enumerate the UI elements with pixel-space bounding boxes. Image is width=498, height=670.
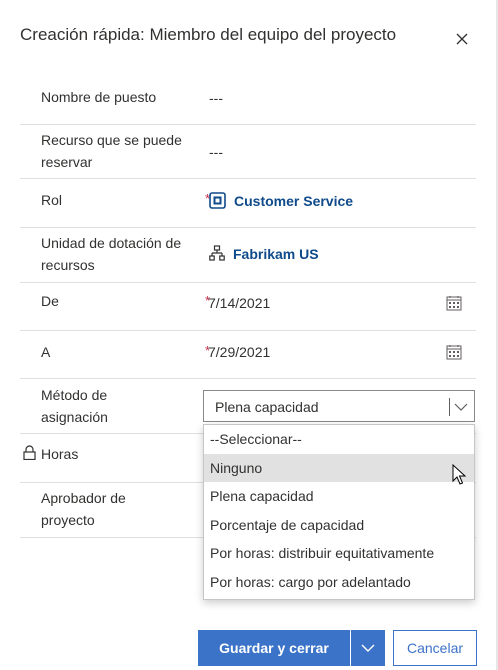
role-value[interactable]: Customer Service xyxy=(234,193,353,209)
dropdown-option[interactable]: --Seleccionar-- xyxy=(204,425,474,454)
org-hierarchy-icon xyxy=(209,245,225,261)
resourcing-unit-value[interactable]: Fabrikam US xyxy=(233,246,319,262)
chevron-down-icon xyxy=(361,644,375,652)
dropdown-option-hovered[interactable]: Ninguno xyxy=(204,453,474,482)
resourcing-unit-lookup[interactable]: Fabrikam US xyxy=(209,245,319,262)
field-label: Nombre de puesto xyxy=(41,89,157,105)
panel-title: Creación rápida: Miembro del equipo del … xyxy=(20,25,397,44)
dropdown-option[interactable]: Por horas: cargo por adelantado xyxy=(204,568,474,597)
calendar-icon[interactable] xyxy=(446,344,462,360)
quick-create-panel: Creación rápida: Miembro del equipo del … xyxy=(0,0,498,670)
allocation-method-value: Plena capacidad xyxy=(215,399,319,415)
field-bookable-resource: Recurso que se puede reservar --- xyxy=(20,125,476,179)
field-to: A * 7/29/2021 xyxy=(20,331,476,379)
save-options-button[interactable] xyxy=(351,630,385,666)
field-from: De * 7/14/2021 xyxy=(20,283,476,331)
field-label: Recurso que se puede reservar xyxy=(41,132,182,170)
dropdown-option[interactable]: Porcentaje de capacidad xyxy=(204,511,474,540)
field-resourcing-unit: Unidad de dotación de recursos Fabrikam … xyxy=(20,228,476,283)
resourcing-unit-link[interactable]: Fabrikam US xyxy=(209,245,319,262)
cancel-button[interactable]: Cancelar xyxy=(393,630,477,666)
select-separator xyxy=(449,398,450,416)
allocation-method-dropdown: --Seleccionar-- Ninguno Plena capacidad … xyxy=(203,424,475,600)
field-label: Rol xyxy=(41,192,63,208)
role-icon xyxy=(209,192,226,209)
position-name-value[interactable]: --- xyxy=(209,90,223,106)
field-label: De xyxy=(41,293,59,309)
field-label: Método de asignación xyxy=(41,387,108,425)
field-position-name: Nombre de puesto --- xyxy=(20,72,476,125)
field-role: Rol * Customer Service xyxy=(20,179,476,228)
field-label: Unidad de dotación de recursos xyxy=(41,235,182,273)
from-date-input[interactable]: 7/14/2021 xyxy=(208,295,270,311)
dropdown-option[interactable]: Por horas: distribuir equitativamente xyxy=(204,539,474,568)
field-label: Horas xyxy=(41,446,79,462)
save-and-close-button[interactable]: Guardar y cerrar xyxy=(198,630,350,666)
allocation-method-select[interactable]: Plena capacidad xyxy=(203,390,475,422)
role-link[interactable]: Customer Service xyxy=(209,192,353,209)
role-lookup[interactable]: Customer Service xyxy=(209,192,353,209)
field-label: A xyxy=(41,344,51,360)
to-date-input[interactable]: 7/29/2021 xyxy=(208,344,270,360)
chevron-down-icon[interactable] xyxy=(454,400,468,414)
close-icon[interactable] xyxy=(454,31,470,47)
bookable-resource-value[interactable]: --- xyxy=(209,144,223,160)
calendar-icon[interactable] xyxy=(446,295,462,311)
field-label: Aprobador de proyecto xyxy=(41,490,126,528)
lock-icon xyxy=(23,445,36,460)
dropdown-option[interactable]: Plena capacidad xyxy=(204,482,474,511)
